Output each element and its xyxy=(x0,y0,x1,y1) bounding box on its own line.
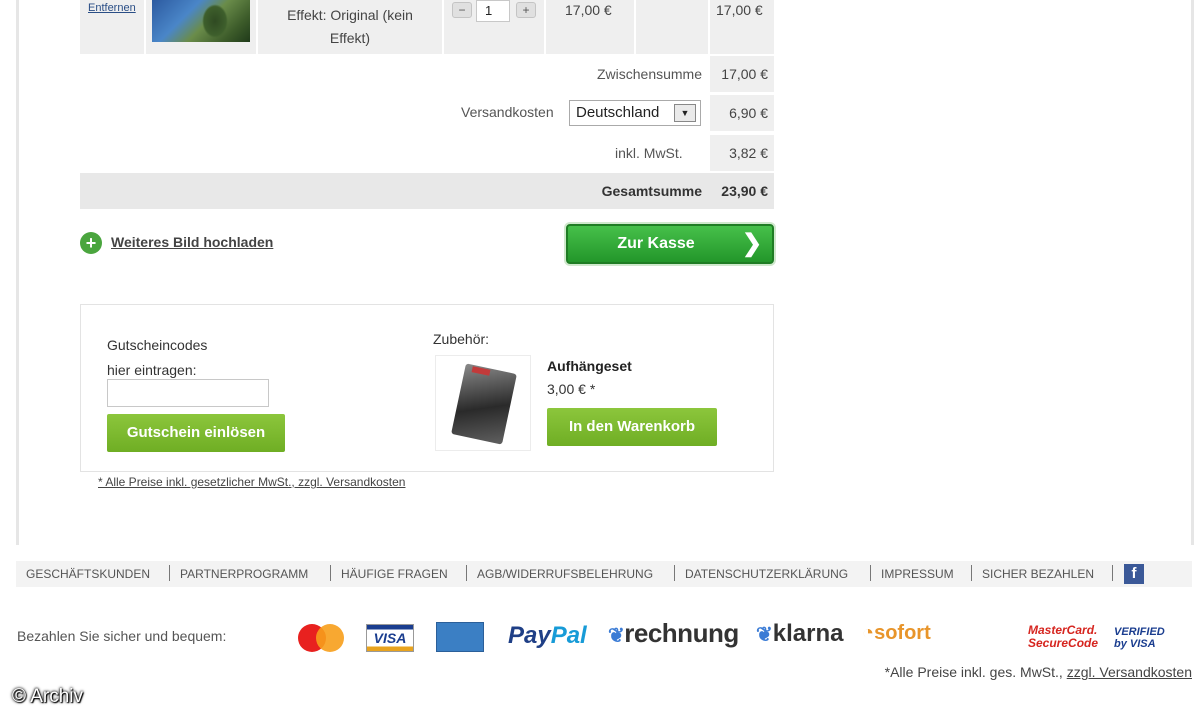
total-row: Gesamtsumme 23,90 € xyxy=(80,173,774,209)
bottom-note-prefix: *Alle Preise inkl. ges. MwSt., xyxy=(884,664,1067,680)
footer-link-partner[interactable]: PARTNERPROGRAMM xyxy=(180,567,308,581)
footer-link-faq[interactable]: HÄUFIGE FRAGEN xyxy=(341,567,448,581)
footer-link-business[interactable]: GESCHÄFTSKUNDEN xyxy=(26,567,150,581)
amex-logo xyxy=(436,622,484,652)
dropdown-arrow-icon: ▼ xyxy=(674,104,696,122)
line-total: 17,00 € xyxy=(716,2,763,18)
accessory-name: Aufhängeset xyxy=(547,358,632,374)
voucher-title-line1: Gutscheincodes xyxy=(107,337,208,353)
visa-logo: VISA xyxy=(366,624,414,652)
product-thumbnail xyxy=(152,0,250,42)
checkout-button[interactable]: Zur Kasse ❯ xyxy=(566,224,774,264)
rechnung-logo: ❦rechnung xyxy=(608,618,739,648)
shipping-label: Versandkosten xyxy=(461,104,554,120)
shipping-costs-link[interactable]: zzgl. Versandkosten xyxy=(1067,664,1192,680)
accessory-image xyxy=(435,355,531,451)
footer-nav: GESCHÄFTSKUNDEN PARTNERPROGRAMM HÄUFIGE … xyxy=(16,561,1192,587)
footer-link-secure-payment[interactable]: SICHER BEZAHLEN xyxy=(982,567,1094,581)
voucher-title: Gutscheincodes hier eintragen: xyxy=(107,333,207,383)
total-label: Gesamtsumme xyxy=(601,183,702,199)
shipping-country-value: Deutschland xyxy=(576,104,660,121)
facebook-icon[interactable]: f xyxy=(1124,564,1144,584)
archive-watermark: © Archiv xyxy=(12,686,84,707)
tax-value: 3,82 € xyxy=(710,135,774,171)
footer-link-privacy[interactable]: DATENSCHUTZERKLÄRUNG xyxy=(685,567,848,581)
remove-item-link[interactable]: Entfernen xyxy=(88,2,136,14)
shipping-value: 6,90 € xyxy=(710,95,774,131)
footer-link-imprint[interactable]: IMPRESSUM xyxy=(881,567,954,581)
subtotal-label: Zwischensumme xyxy=(596,66,702,82)
quantity-input[interactable]: 1 xyxy=(476,0,510,22)
klarna-leaf-icon: ❦ xyxy=(756,624,773,646)
total-value: 23,90 € xyxy=(721,183,768,199)
redeem-voucher-button[interactable]: Gutschein einlösen xyxy=(107,414,285,452)
accessories-title: Zubehör: xyxy=(433,331,490,347)
klarna-logo: ❦klarna xyxy=(756,620,844,647)
subtotal-value: 17,00 € xyxy=(710,56,774,92)
extras-box: Gutscheincodes hier eintragen: Gutschein… xyxy=(80,304,774,472)
paypal-logo: PayPal xyxy=(508,622,587,649)
price-note-link[interactable]: * Alle Preise inkl. gesetzlicher MwSt., … xyxy=(98,475,405,489)
sofort-logo: ◔sofort xyxy=(862,622,931,644)
add-to-cart-button[interactable]: In den Warenkorb xyxy=(547,408,717,446)
voucher-code-input[interactable] xyxy=(107,379,269,407)
bottom-price-note: *Alle Preise inkl. ges. MwSt., zzgl. Ver… xyxy=(885,664,1192,680)
chevron-right-icon: ❯ xyxy=(742,230,763,257)
verified-by-visa-logo: VERIFIED by VISA xyxy=(1114,626,1165,650)
effect-text: Effekt: Original (kein Effekt) xyxy=(287,7,413,46)
shipping-country-select[interactable]: Deutschland ▼ xyxy=(569,100,701,126)
tax-label: inkl. MwSt. xyxy=(615,145,683,161)
quantity-decrease-button[interactable]: − xyxy=(452,2,472,18)
unit-price: 17,00 € xyxy=(565,2,612,18)
upload-link-label: Weiteres Bild hochladen xyxy=(111,234,274,250)
mastercard-securecode-logo: MasterCard. SecureCode xyxy=(1028,623,1099,650)
footer-link-terms[interactable]: AGB/WIDERRUFSBELEHRUNG xyxy=(477,567,653,581)
quantity-increase-button[interactable]: + xyxy=(516,2,536,18)
add-circle-icon: + xyxy=(80,232,102,254)
accessory-price: 3,00 € * xyxy=(547,381,596,397)
klarna-leaf-icon: ❦ xyxy=(608,625,625,647)
mastercard-logo xyxy=(298,624,344,652)
payment-logos: VISA PayPal ❦rechnung ❦klarna ◔sofort Ma… xyxy=(0,616,1200,656)
checkout-button-label: Zur Kasse xyxy=(617,235,695,252)
